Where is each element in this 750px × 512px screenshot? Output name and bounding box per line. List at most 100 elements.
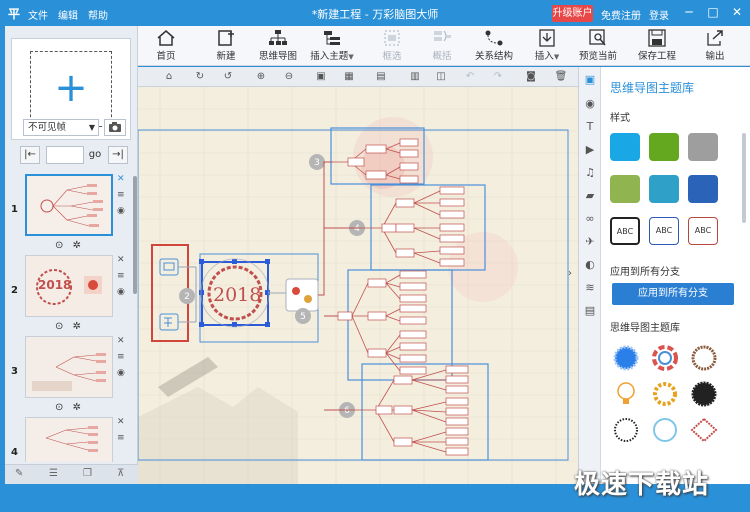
link-tab-icon[interactable]: ∞ bbox=[583, 212, 597, 226]
note-icon[interactable]: ☰ bbox=[49, 468, 58, 479]
edit-icon[interactable]: ✎ bbox=[15, 468, 23, 479]
slide-thumbnail[interactable] bbox=[25, 417, 113, 462]
last-slide-button[interactable]: →| bbox=[108, 146, 128, 164]
text-tab-icon[interactable]: T bbox=[583, 120, 597, 134]
action-tab-icon[interactable]: ◐ bbox=[583, 258, 597, 272]
theme-bulb-icon[interactable] bbox=[610, 379, 642, 409]
layers-tab-icon[interactable]: ≋ bbox=[583, 281, 597, 295]
play-icon[interactable]: ⊙ bbox=[55, 240, 63, 251]
redo-icon[interactable]: ↷ bbox=[491, 70, 505, 84]
device-tab-icon[interactable]: ▤ bbox=[583, 304, 597, 318]
slide-item[interactable]: 2 2018 ✕ ≡ ◉ ⊙ ✲ bbox=[5, 255, 138, 335]
style-scrollbar[interactable] bbox=[742, 133, 746, 223]
canvas-drawing[interactable]: 2018 2 3 4 5 6 bbox=[138, 87, 578, 484]
save-project-button[interactable]: 保存工程 bbox=[632, 26, 682, 66]
zoom-out-icon[interactable]: ⊖ bbox=[282, 70, 296, 84]
menu-icon[interactable]: ≡ bbox=[117, 271, 125, 281]
close-icon[interactable]: ✕ bbox=[117, 255, 125, 265]
insert-button[interactable]: 插入▼ bbox=[530, 26, 564, 66]
close-icon[interactable]: ✕ bbox=[117, 174, 125, 184]
theme-light-ring-icon[interactable] bbox=[649, 415, 681, 445]
summary-button[interactable]: 概括 bbox=[424, 26, 460, 66]
center-icon[interactable]: ◫ bbox=[434, 70, 448, 84]
slide-thumbnail[interactable]: 2018 bbox=[25, 255, 113, 317]
style-swatch-olive[interactable] bbox=[610, 175, 640, 203]
slide-item[interactable]: 4 ✕ ≡ bbox=[5, 417, 138, 462]
theme-diamond-icon[interactable] bbox=[688, 415, 720, 445]
airplane-tab-icon[interactable]: ✈ bbox=[583, 235, 597, 249]
mindmap-button[interactable]: 思维导图 bbox=[256, 26, 300, 66]
theme-blue-ring-icon[interactable] bbox=[610, 343, 642, 373]
close-icon[interactable]: ✕ bbox=[117, 417, 125, 427]
eye-icon[interactable]: ◉ bbox=[117, 287, 125, 297]
apply-all-branches-button[interactable]: 应用到所有分支 bbox=[612, 283, 734, 305]
export-button[interactable]: 输出 bbox=[698, 26, 732, 66]
chart-tab-icon[interactable]: ▰ bbox=[583, 189, 597, 203]
shape-tab-icon[interactable]: ◉ bbox=[583, 97, 597, 111]
rotate-left-icon[interactable]: ↺ bbox=[221, 70, 235, 84]
style-abc-black[interactable]: ABC bbox=[610, 217, 640, 245]
slide-number-input[interactable] bbox=[46, 146, 84, 164]
screenshot-icon[interactable]: ◙ bbox=[524, 70, 538, 84]
style-abc-red[interactable]: ABC bbox=[688, 217, 718, 245]
visibility-dropdown[interactable]: 不可见帧 ▼ bbox=[23, 119, 99, 136]
menu-help[interactable]: 帮助 bbox=[88, 7, 108, 22]
maximize-button[interactable]: □ bbox=[702, 3, 724, 21]
slide-item[interactable]: 3 ✕ ≡ ◉ ⊙ ✲ bbox=[5, 336, 138, 416]
theme-black-seal-icon[interactable] bbox=[688, 379, 720, 409]
grid-icon[interactable]: ▦ bbox=[342, 70, 356, 84]
register-link[interactable]: 免费注册 bbox=[601, 7, 641, 22]
add-slide-dashed-box[interactable]: + bbox=[30, 51, 112, 127]
menu-edit[interactable]: 编辑 bbox=[58, 7, 78, 22]
menu-icon[interactable]: ≡ bbox=[117, 433, 125, 443]
first-slide-button[interactable]: |← bbox=[20, 146, 40, 164]
menu-icon[interactable]: ≡ bbox=[117, 352, 125, 362]
gear-icon[interactable]: ✲ bbox=[73, 240, 81, 251]
play-icon[interactable]: ⊙ bbox=[55, 321, 63, 332]
layers-icon[interactable]: ❐ bbox=[83, 468, 92, 479]
upgrade-account-button[interactable]: 升级账户 bbox=[552, 5, 593, 22]
close-button[interactable]: ✕ bbox=[726, 3, 748, 21]
style-abc-blue[interactable]: ABC bbox=[649, 217, 679, 245]
fit-icon[interactable]: ▣ bbox=[314, 70, 328, 84]
music-tab-icon[interactable]: ♫ bbox=[583, 166, 597, 180]
theme-swirl-icon[interactable] bbox=[649, 343, 681, 373]
home-view-icon[interactable]: ⌂ bbox=[162, 70, 176, 84]
video-tab-icon[interactable]: ▶ bbox=[583, 143, 597, 157]
style-swatch-cyan[interactable] bbox=[610, 133, 640, 161]
theme-dotted-ring-icon[interactable] bbox=[610, 415, 642, 445]
insert-topic-button[interactable]: 插入主题▼ bbox=[308, 26, 356, 66]
style-swatch-blue[interactable] bbox=[688, 175, 718, 203]
gear-icon[interactable]: ✲ bbox=[73, 321, 81, 332]
align-icon[interactable]: ▤ bbox=[374, 70, 388, 84]
trash-icon[interactable]: 🗑 bbox=[554, 70, 568, 84]
frame-select-button[interactable]: 框选 bbox=[374, 26, 410, 66]
chevron-right-icon[interactable]: › bbox=[568, 268, 578, 288]
new-button[interactable]: 新建 bbox=[206, 26, 246, 66]
style-swatch-teal[interactable] bbox=[649, 175, 679, 203]
gear-icon[interactable]: ✲ bbox=[73, 402, 81, 413]
minimize-button[interactable]: ─ bbox=[678, 3, 700, 21]
relation-button[interactable]: 关系结构 bbox=[472, 26, 516, 66]
theme-gold-ring-icon[interactable] bbox=[649, 379, 681, 409]
play-icon[interactable]: ⊙ bbox=[55, 402, 63, 413]
eye-icon[interactable]: ◉ bbox=[117, 206, 125, 216]
style-swatch-green[interactable] bbox=[649, 133, 679, 161]
zoom-in-icon[interactable]: ⊕ bbox=[254, 70, 268, 84]
image-tab-icon[interactable]: ▣ bbox=[583, 73, 597, 87]
top-icon[interactable]: ⊼ bbox=[117, 468, 124, 479]
camera-button[interactable] bbox=[104, 119, 126, 136]
home-button[interactable]: 首页 bbox=[146, 26, 186, 66]
slide-thumbnail[interactable] bbox=[25, 174, 113, 236]
menu-file[interactable]: 文件 bbox=[28, 7, 48, 22]
preview-button[interactable]: 预览当前 bbox=[574, 26, 622, 66]
login-link[interactable]: 登录 bbox=[649, 7, 669, 22]
slide-list-scrollbar[interactable] bbox=[133, 176, 137, 294]
close-icon[interactable]: ✕ bbox=[117, 336, 125, 346]
rotate-right-icon[interactable]: ↻ bbox=[193, 70, 207, 84]
mindmap-canvas[interactable]: ⌂ ↻ ↺ ⊕ ⊖ ▣ ▦ ▤ ▥ ◫ ↶ ↷ ◙ 🗑 2018 2 3 4 5… bbox=[138, 67, 578, 484]
undo-icon[interactable]: ↶ bbox=[463, 70, 477, 84]
slide-item[interactable]: 1 ✕ ≡ ◉ ⊙ ✲ bbox=[5, 174, 138, 254]
go-button[interactable]: go bbox=[86, 146, 104, 164]
distribute-icon[interactable]: ▥ bbox=[408, 70, 422, 84]
